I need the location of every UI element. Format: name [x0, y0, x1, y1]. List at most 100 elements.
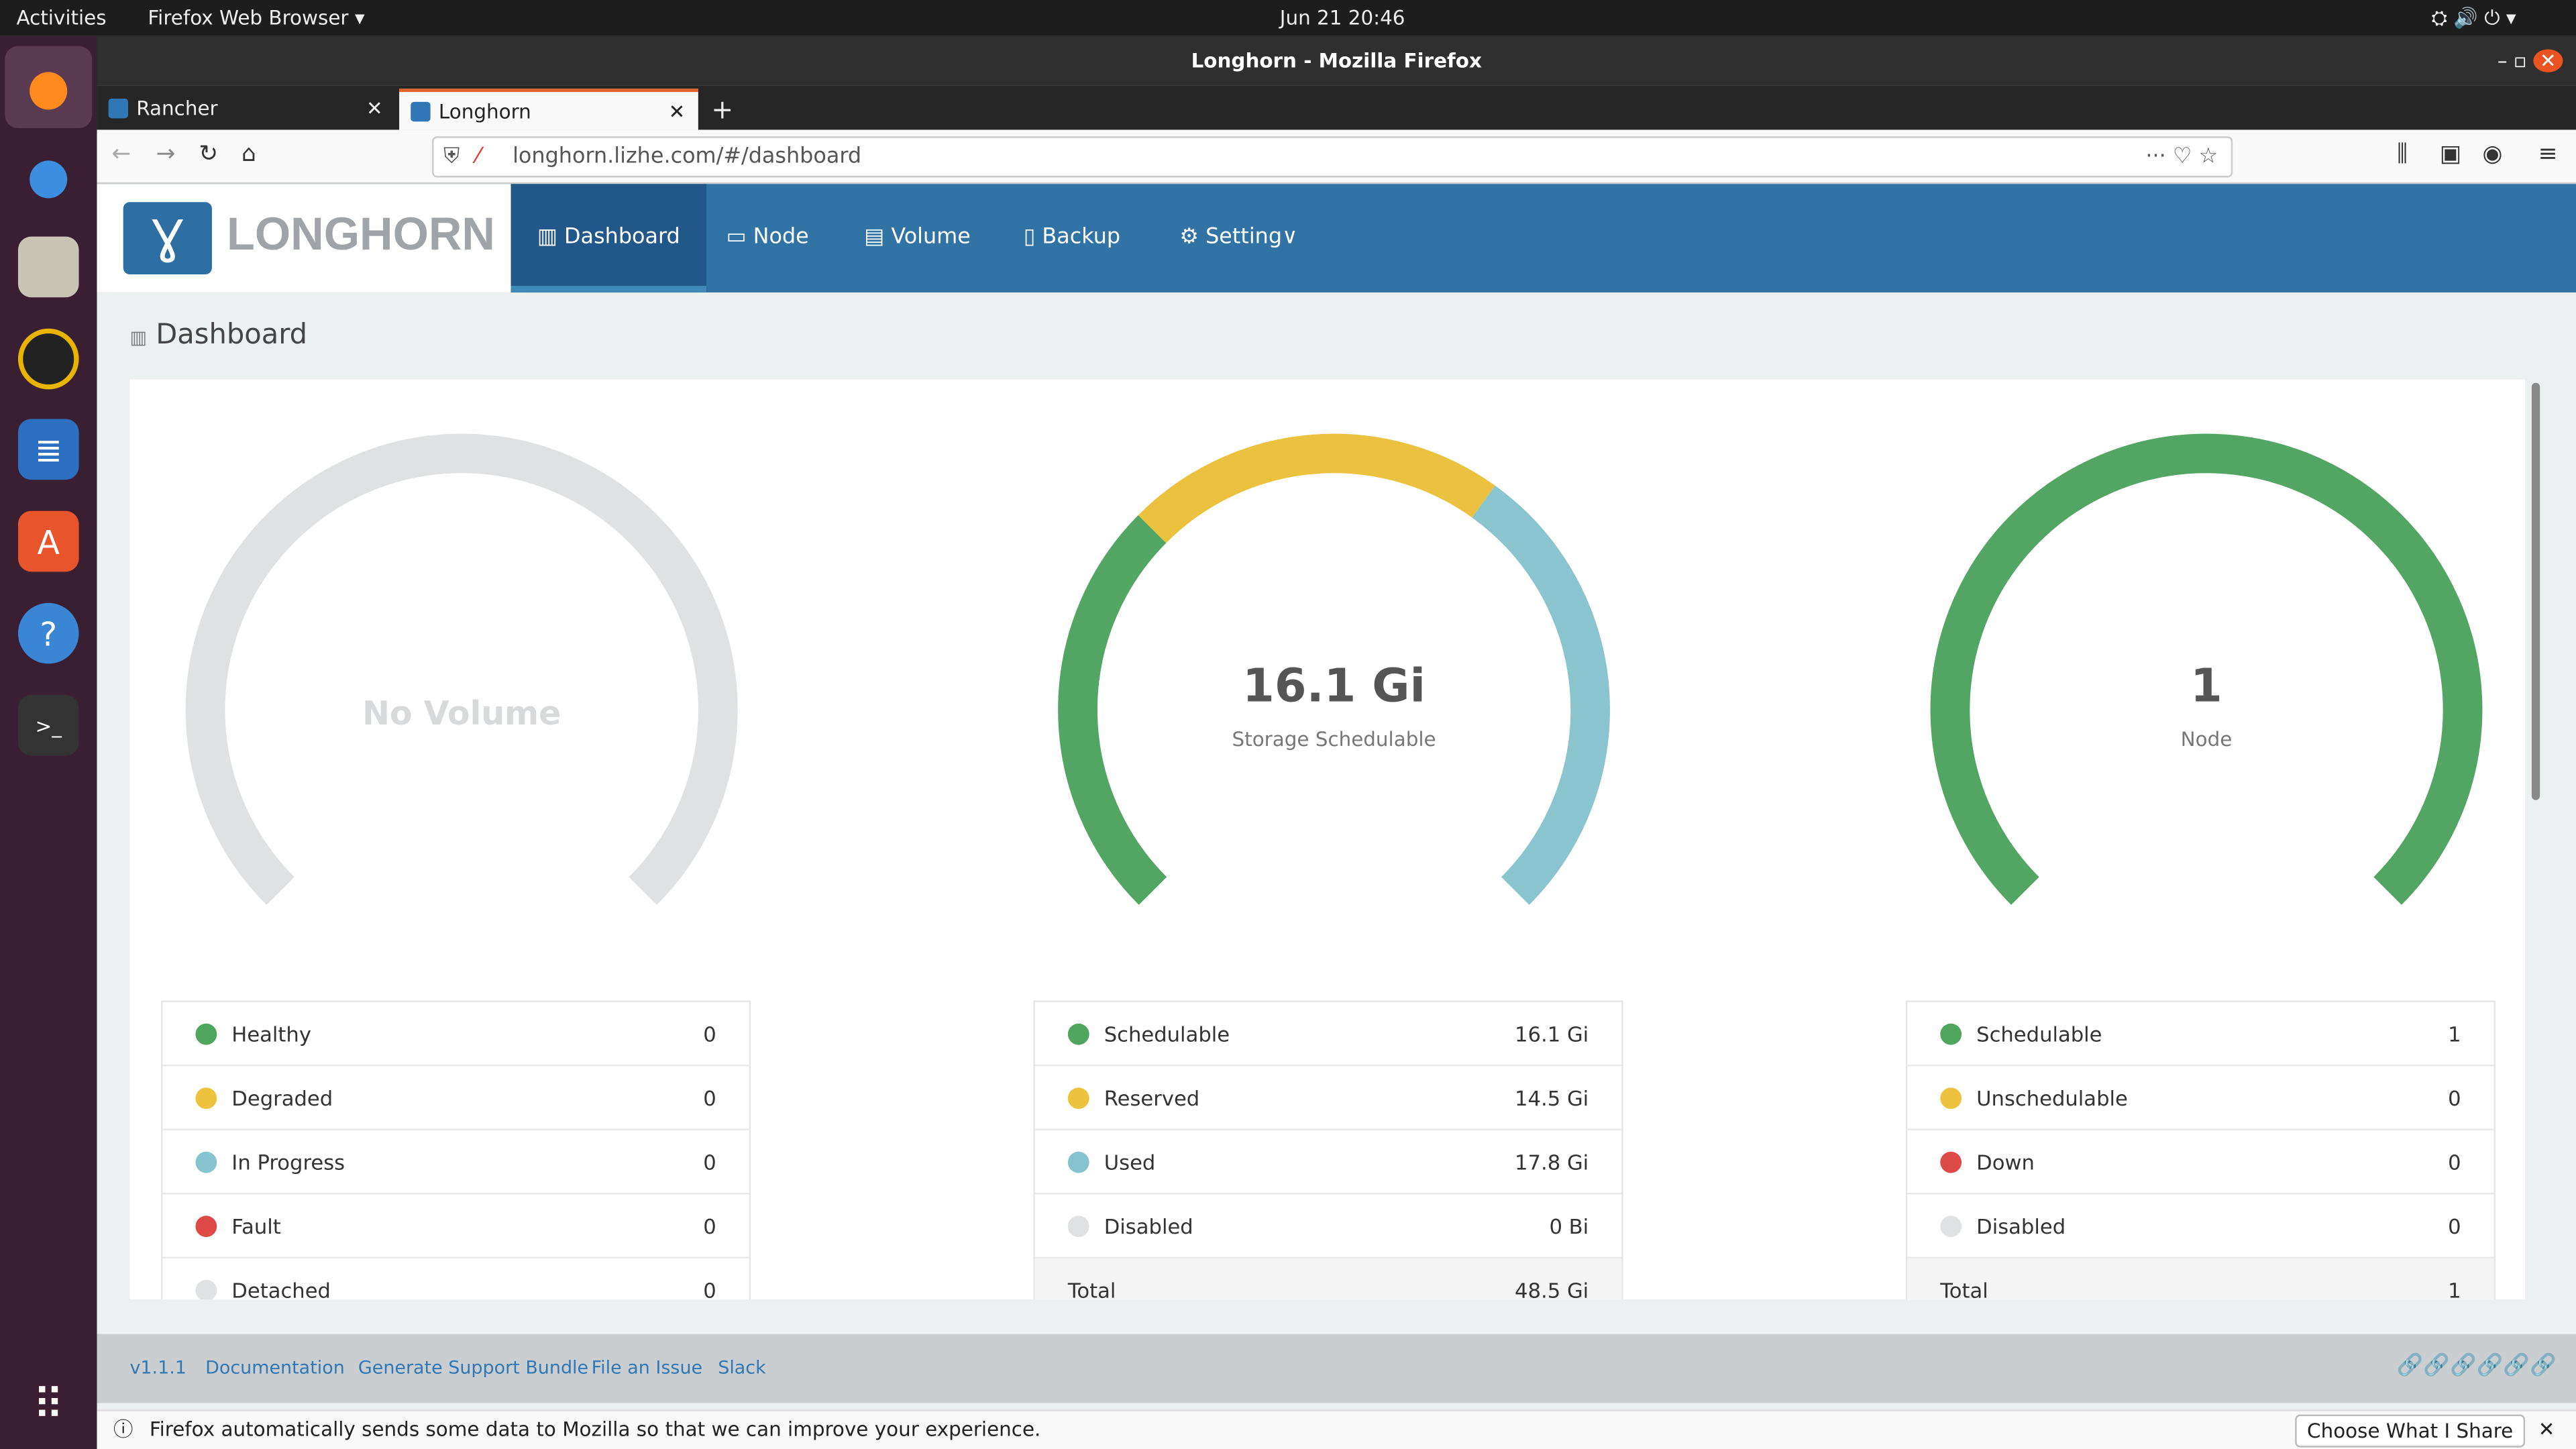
longhorn-favicon-icon — [411, 101, 431, 122]
rhythmbox-icon[interactable] — [17, 328, 79, 390]
legend-row[interactable]: Degraded 0 — [162, 1066, 749, 1130]
file-issue-link[interactable]: File an Issue — [592, 1357, 702, 1379]
nav-node[interactable]: ▭ Node — [700, 184, 835, 292]
legend-value: 0 Bi — [1549, 1213, 1589, 1238]
scrollbar[interactable] — [2531, 382, 2540, 800]
gauge-segment — [1058, 515, 1167, 905]
legend-value: 0 — [2448, 1085, 2461, 1110]
gauge-legend: Schedulable 1 Unschedulable 0 Down 0 Disabled 0… — [1905, 1000, 2496, 1300]
home-icon[interactable]: ⌂ — [241, 142, 256, 168]
close-notification-icon[interactable]: ✕ — [2538, 1411, 2555, 1449]
insecure-lock-icon[interactable]: ⁄ — [476, 138, 480, 176]
legend-total-row: Total 48.5 Gi — [1034, 1258, 1622, 1300]
total-label: Total — [1940, 1277, 1988, 1300]
nav-dashboard[interactable]: ▥ Dashboard — [511, 184, 706, 292]
total-value: 1 — [2448, 1277, 2461, 1300]
menu-icon[interactable]: ≡ — [2538, 142, 2558, 168]
library-icon[interactable]: ⫼ — [2397, 142, 2408, 168]
back-icon[interactable]: ← — [112, 142, 131, 168]
logo[interactable]: Ɣ LONGHORN — [97, 184, 511, 292]
legend-value: 16.1 Gi — [1515, 1021, 1589, 1046]
connection-status-icons: 🔗🔗🔗🔗🔗🔗 — [2396, 1353, 2557, 1379]
terminal-icon[interactable]: >_ — [17, 694, 79, 756]
legend-value: 0 — [703, 1149, 716, 1174]
gauge-segment — [185, 433, 738, 905]
legend-row[interactable]: Healthy 0 — [162, 1002, 749, 1067]
status-dot-icon — [1940, 1022, 1962, 1044]
gauge-legend: Healthy 0 Degraded 0 In Progress 0 Fault 0 Detac… — [161, 1000, 751, 1300]
legend-row[interactable]: Used 17.8 Gi — [1034, 1130, 1622, 1195]
page-title: ▥ Dashboard — [129, 319, 308, 352]
close-tab-icon[interactable]: ✕ — [366, 89, 383, 129]
legend-label: Disabled — [1976, 1213, 2066, 1238]
legend-row[interactable]: Down 0 — [1907, 1130, 2494, 1195]
reload-icon[interactable]: ↻ — [199, 142, 218, 168]
writer-icon[interactable]: ≣ — [17, 419, 79, 480]
longhorn-logo-icon: Ɣ — [123, 202, 212, 274]
account-icon[interactable]: ◉ — [2482, 142, 2502, 168]
page-actions-icons[interactable]: ··· ♡ ☆ — [2145, 138, 2218, 176]
status-dot-icon — [1940, 1087, 1962, 1108]
files-icon[interactable] — [17, 236, 79, 298]
info-icon: ⓘ — [113, 1417, 133, 1441]
status-dot-icon — [1067, 1022, 1089, 1044]
nav-volume[interactable]: ▤ Volume — [838, 184, 997, 292]
choose-what-i-share-button[interactable]: Choose What I Share — [2295, 1414, 2526, 1448]
gauge-label: Node — [2181, 728, 2233, 751]
window-controls[interactable]: – ▫ ✕ — [2498, 36, 2563, 85]
url-bar[interactable]: longhorn.lizhe.com/#/dashboard ⛨ ⁄ ··· ♡… — [432, 136, 2233, 178]
legend-value: 0 — [703, 1085, 716, 1110]
close-tab-icon[interactable]: ✕ — [669, 92, 686, 133]
legend-row[interactable]: Unschedulable 0 — [1907, 1066, 2494, 1130]
tab-longhorn[interactable]: Longhorn ✕ — [399, 89, 698, 130]
legend-label: Schedulable — [1104, 1021, 1230, 1046]
system-tray-icons[interactable]: ⛭ 🔊 ⏻ ▾ — [2432, 7, 2516, 32]
forward-icon[interactable]: → — [156, 142, 176, 168]
thunderbird-icon[interactable]: ● — [18, 146, 79, 207]
shield-icon[interactable]: ⛨ — [443, 138, 460, 176]
nav-setting[interactable]: ⚙ Setting∨ — [1153, 184, 1324, 292]
total-value: 48.5 Gi — [1515, 1277, 1589, 1300]
app-header: Ɣ LONGHORN ▥ Dashboard ▭ Node ▤ Volume ▯ … — [97, 184, 2576, 292]
legend-row[interactable]: Reserved 14.5 Gi — [1034, 1066, 1622, 1130]
footer: v1.1.1 Documentation Generate Support Bu… — [97, 1334, 2576, 1403]
sidebar-icon[interactable]: ▣ — [2440, 142, 2461, 168]
nav-toolbar: ← → ↻ ⌂ longhorn.lizhe.com/#/dashboard ⛨… — [97, 129, 2576, 184]
status-dot-icon — [1067, 1150, 1089, 1173]
notification-bar: ⓘ Firefox automatically sends some data … — [97, 1409, 2576, 1449]
new-tab-button[interactable]: + — [698, 89, 747, 129]
close-window-button[interactable]: ✕ — [2533, 49, 2563, 72]
gauge-label: Storage Schedulable — [1232, 728, 1436, 751]
documentation-link[interactable]: Documentation — [205, 1357, 345, 1379]
support-bundle-link[interactable]: Generate Support Bundle — [358, 1357, 588, 1379]
tab-rancher[interactable]: Rancher ✕ — [97, 89, 396, 129]
notification-text: Firefox automatically sends some data to… — [149, 1417, 1041, 1441]
nav-backup[interactable]: ▯ Backup — [998, 184, 1147, 292]
gauge-segment — [1472, 485, 1610, 905]
legend-row[interactable]: Schedulable 1 — [1907, 1002, 2494, 1067]
activities-button[interactable]: Activities — [16, 7, 106, 30]
version-link[interactable]: v1.1.1 — [129, 1357, 186, 1379]
legend-label: Disabled — [1104, 1213, 1193, 1238]
legend-label: Fault — [231, 1213, 281, 1238]
status-dot-icon — [1067, 1215, 1089, 1236]
dashboard-panel: No Volume 16.1 Gi Storage Schedulable 1 Node… — [129, 379, 2526, 1300]
legend-row[interactable]: Fault 0 — [162, 1194, 749, 1258]
gauge-legend: Schedulable 16.1 Gi Reserved 14.5 Gi Used 17.… — [1033, 1000, 1623, 1300]
legend-row[interactable]: Schedulable 16.1 Gi — [1034, 1002, 1622, 1067]
app-menu[interactable]: Firefox Web Browser ▾ — [148, 7, 364, 30]
legend-row[interactable]: In Progress 0 — [162, 1130, 749, 1195]
app-grid-icon[interactable]: ⠿ — [18, 1375, 79, 1436]
legend-row[interactable]: Disabled 0 — [1907, 1194, 2494, 1258]
slack-link[interactable]: Slack — [718, 1357, 766, 1379]
status-dot-icon — [195, 1022, 217, 1044]
legend-row[interactable]: Detached 0 — [162, 1258, 749, 1300]
firefox-icon[interactable]: ● — [5, 46, 93, 129]
help-icon[interactable]: ? — [17, 602, 79, 664]
clock[interactable]: Jun 21 20:46 — [1280, 7, 1405, 30]
status-dot-icon — [1940, 1150, 1962, 1173]
software-icon[interactable]: A — [17, 511, 79, 572]
legend-row[interactable]: Disabled 0 Bi — [1034, 1194, 1622, 1258]
legend-total-row: Total 1 — [1907, 1258, 2494, 1300]
status-dot-icon — [195, 1150, 217, 1173]
